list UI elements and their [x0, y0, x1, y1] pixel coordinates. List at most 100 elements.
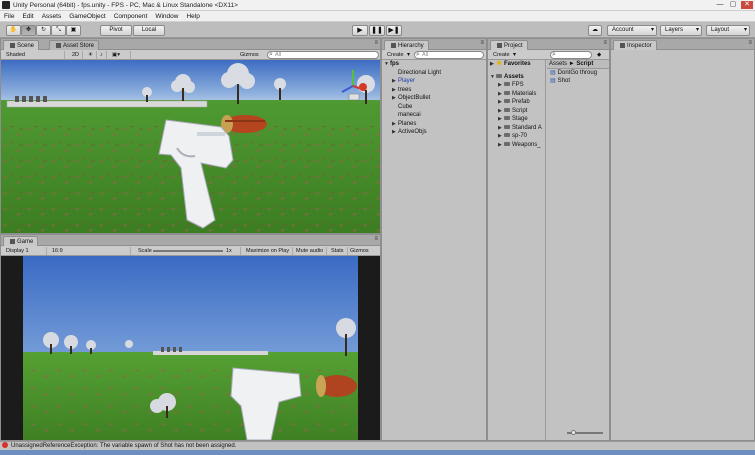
move-tool-icon[interactable]: ✥ — [21, 25, 36, 36]
scene-icon — [10, 42, 15, 48]
project-folder[interactable]: ▶ Script — [488, 107, 545, 116]
pause-button[interactable]: ❚❚ — [369, 25, 385, 36]
project-folder[interactable]: ▶ Materials — [488, 90, 545, 99]
scale-slider[interactable] — [153, 250, 223, 252]
hierarchy-item[interactable]: ▶ trees — [382, 86, 486, 95]
slider-handle[interactable] — [571, 430, 576, 435]
breadcrumb-script[interactable]: Script — [576, 61, 593, 67]
project-folder-label: Weapons_ — [512, 141, 541, 148]
hierarchy-item[interactable]: ▶ ObjectBullet — [382, 94, 486, 103]
hierarchy-item[interactable]: manecai — [382, 111, 486, 120]
step-button[interactable]: ▶❚ — [386, 25, 402, 36]
display-dropdown[interactable]: Display 1 — [3, 247, 47, 255]
project-folder[interactable]: ▶ sp-70 — [488, 132, 545, 141]
project-file[interactable]: ▤ DontGo throug — [547, 69, 609, 78]
project-folder-label: Prefab — [512, 99, 530, 105]
favorites-node[interactable]: ▶ ★ Favorites — [488, 60, 545, 69]
hierarchy-item[interactable]: Cube — [382, 103, 486, 112]
account-dropdown[interactable]: Account — [607, 25, 657, 36]
hierarchy-create-dropdown[interactable]: Create — [384, 51, 412, 59]
hierarchy-item-label: manecai — [398, 112, 421, 118]
close-button[interactable]: ✕ — [741, 1, 753, 9]
menu-component[interactable]: Component — [110, 13, 152, 20]
mute-audio-toggle[interactable]: Mute audio — [293, 247, 328, 255]
assets-node[interactable]: ▼ Assets — [488, 73, 545, 82]
scale-tool-icon[interactable]: ⤡ — [51, 25, 66, 36]
hierarchy-item[interactable]: Directional Light — [382, 69, 486, 78]
layers-dropdown[interactable]: Layers — [660, 25, 702, 36]
menu-assets[interactable]: Assets — [38, 13, 66, 20]
shading-dropdown[interactable]: Shaded — [3, 51, 65, 59]
panel-menu-icon[interactable]: ≡ — [603, 40, 607, 46]
panel-menu-icon[interactable]: ≡ — [374, 236, 378, 242]
effects-dropdown-icon[interactable]: ▣▾ — [109, 51, 131, 59]
hierarchy-item[interactable]: ▶ Player — [382, 77, 486, 86]
scene-search-input[interactable]: All — [267, 51, 379, 59]
breadcrumb-assets[interactable]: Assets — [549, 61, 567, 67]
filter-icon[interactable]: ◆ — [594, 51, 604, 59]
project-folder[interactable]: ▶ Prefab — [488, 98, 545, 107]
scene-view[interactable] — [1, 60, 380, 233]
hierarchy-search-input[interactable]: All — [414, 51, 484, 59]
tab-hierarchy[interactable]: Hierarchy — [384, 40, 429, 50]
rotate-tool-icon[interactable]: ↻ — [36, 25, 51, 36]
rect-tool-icon[interactable]: ▣ — [66, 25, 81, 36]
status-message: UnassignedReferenceException: The variab… — [11, 443, 237, 449]
project-file[interactable]: ▤ Shot — [547, 77, 609, 86]
aspect-dropdown[interactable]: 16:9 — [49, 247, 131, 255]
project-folder[interactable]: ▶ Standard A — [488, 124, 545, 133]
project-folder-label: Standard A — [512, 124, 542, 131]
pivot-label: Pivot — [109, 27, 123, 33]
project-create-dropdown[interactable]: Create — [490, 51, 518, 59]
tab-hierarchy-label: Hierarchy — [398, 43, 424, 49]
folder-icon — [496, 73, 502, 78]
project-folder-label: FPS — [512, 82, 524, 88]
layout-dropdown[interactable]: Layout — [706, 25, 750, 36]
maximize-button[interactable]: ▢ — [728, 1, 738, 9]
project-breadcrumb: Assets ► Script — [547, 60, 609, 69]
menu-window[interactable]: Window — [151, 13, 182, 20]
hierarchy-panel: Hierarchy ≡ Create All ▼fps Directional … — [381, 38, 487, 441]
project-folder[interactable]: ▶ Stage — [488, 115, 545, 124]
local-label: Local — [141, 27, 157, 33]
minimize-button[interactable]: — — [715, 1, 725, 9]
cloud-button[interactable]: ☁ — [588, 25, 602, 36]
2d-toggle[interactable]: 2D — [69, 51, 84, 59]
hierarchy-item[interactable]: ▶ Planes — [382, 120, 486, 129]
lighting-toggle-icon[interactable]: ☀ — [85, 51, 97, 59]
panel-menu-icon[interactable]: ≡ — [374, 40, 378, 46]
tab-game[interactable]: Game — [3, 236, 39, 246]
local-toggle[interactable]: Local — [133, 25, 165, 36]
menu-edit[interactable]: Edit — [18, 13, 37, 20]
tab-inspector[interactable]: Inspector — [613, 40, 657, 50]
breadcrumb-sep: ► — [568, 61, 575, 67]
project-folder[interactable]: ▶ FPS — [488, 81, 545, 90]
info-icon — [620, 42, 625, 48]
scene-render — [1, 60, 380, 233]
hand-tool-icon[interactable]: ✋ — [6, 25, 21, 36]
tab-asset-store[interactable]: Asset Store — [49, 40, 100, 50]
menu-help[interactable]: Help — [182, 13, 203, 20]
hierarchy-item-label: Planes — [398, 120, 417, 127]
play-button[interactable]: ▶ — [352, 25, 368, 36]
title-bar: Unity Personal (64bit) - fps.unity - FPS… — [0, 0, 755, 11]
menu-gameobject[interactable]: GameObject — [65, 13, 110, 20]
console-status-bar[interactable]: UnassignedReferenceException: The variab… — [0, 441, 755, 450]
panel-menu-icon[interactable]: ≡ — [480, 40, 484, 46]
scene-root[interactable]: ▼fps — [382, 60, 486, 69]
project-search-input[interactable] — [550, 51, 592, 59]
menu-file[interactable]: File — [0, 13, 18, 20]
game-view[interactable] — [1, 256, 380, 440]
game-gizmos-dropdown[interactable]: Gizmos — [347, 247, 372, 255]
tab-project[interactable]: Project — [490, 40, 528, 50]
hierarchy-item[interactable]: ▶ ActiveObjs — [382, 128, 486, 137]
stats-toggle[interactable]: Stats — [328, 247, 348, 255]
project-folder[interactable]: ▶ Weapons_ — [488, 141, 545, 150]
audio-toggle-icon[interactable]: ♪ — [97, 51, 107, 59]
gizmos-dropdown[interactable]: Gizmos — [237, 51, 262, 59]
pivot-toggle[interactable]: Pivot — [100, 25, 132, 36]
folder-icon — [504, 99, 510, 104]
maximize-on-play-toggle[interactable]: Maximize on Play — [243, 247, 294, 255]
panel-menu-icon[interactable]: ≡ — [748, 40, 752, 46]
tab-scene[interactable]: Scene — [3, 40, 40, 50]
